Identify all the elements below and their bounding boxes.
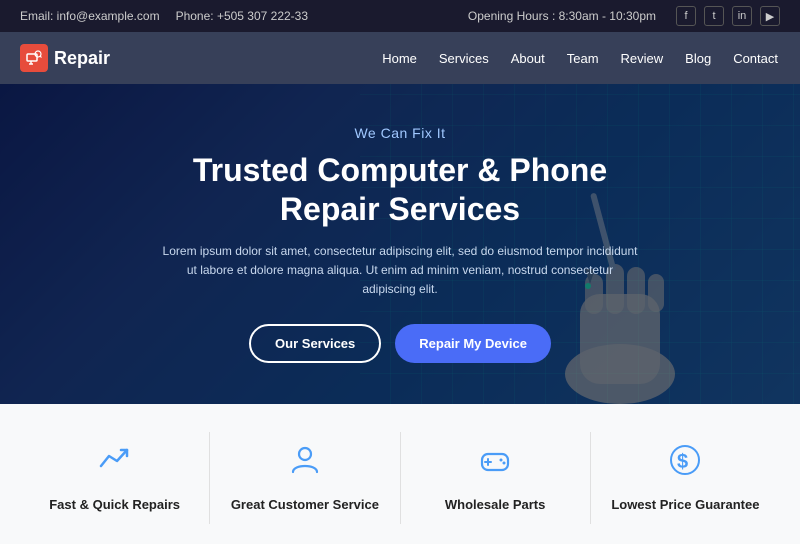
logo-icon: [20, 44, 48, 72]
hero-content: We Can Fix It Trusted Computer & Phone R…: [120, 125, 680, 362]
hero-subtitle: We Can Fix It: [140, 125, 660, 141]
header: Repair Home Services About Team Review B…: [0, 32, 800, 84]
nav-home[interactable]: Home: [380, 47, 419, 70]
email-info: Email: info@example.com: [20, 9, 160, 23]
hero-title: Trusted Computer & Phone Repair Services: [140, 151, 660, 228]
service-fast-repairs-label: Fast & Quick Repairs: [49, 497, 180, 512]
facebook-icon[interactable]: f: [676, 6, 696, 26]
linkedin-icon[interactable]: in: [732, 6, 752, 26]
svg-text:$: $: [677, 451, 688, 473]
fast-repairs-icon: [36, 442, 193, 486]
logo-text: Repair: [54, 48, 110, 69]
twitter-icon[interactable]: t: [704, 6, 724, 26]
nav-contact[interactable]: Contact: [731, 47, 780, 70]
price-guarantee-icon: $: [607, 442, 764, 486]
nav-blog[interactable]: Blog: [683, 47, 713, 70]
wholesale-parts-icon: [417, 442, 574, 486]
service-fast-repairs: Fast & Quick Repairs: [20, 432, 210, 524]
social-icons: f t in ▶: [676, 6, 780, 26]
nav-services[interactable]: Services: [437, 47, 491, 70]
opening-hours: Opening Hours : 8:30am - 10:30pm: [468, 9, 656, 23]
service-price: $ Lowest Price Guarantee: [591, 432, 780, 524]
repair-my-device-button[interactable]: Repair My Device: [395, 324, 551, 363]
service-customer-label: Great Customer Service: [231, 497, 379, 512]
our-services-button[interactable]: Our Services: [249, 324, 381, 363]
logo: Repair: [20, 44, 110, 72]
hero-buttons: Our Services Repair My Device: [140, 324, 660, 363]
main-nav: Home Services About Team Review Blog Con…: [380, 47, 780, 70]
customer-service-icon: [226, 442, 383, 486]
top-bar-left: Email: info@example.com Phone: +505 307 …: [20, 9, 308, 23]
phone-info: Phone: +505 307 222-33: [176, 9, 308, 23]
hero-description: Lorem ipsum dolor sit amet, consectetur …: [160, 242, 640, 300]
nav-team[interactable]: Team: [565, 47, 601, 70]
nav-about[interactable]: About: [509, 47, 547, 70]
hero-section: We Can Fix It Trusted Computer & Phone R…: [0, 84, 800, 404]
service-wholesale-label: Wholesale Parts: [445, 497, 545, 512]
service-wholesale: Wholesale Parts: [401, 432, 591, 524]
service-price-label: Lowest Price Guarantee: [611, 497, 759, 512]
service-customer: Great Customer Service: [210, 432, 400, 524]
top-bar: Email: info@example.com Phone: +505 307 …: [0, 0, 800, 32]
services-section: Fast & Quick Repairs Great Customer Serv…: [0, 404, 800, 544]
nav-review[interactable]: Review: [619, 47, 666, 70]
top-bar-right: Opening Hours : 8:30am - 10:30pm f t in …: [468, 6, 780, 26]
youtube-icon[interactable]: ▶: [760, 6, 780, 26]
